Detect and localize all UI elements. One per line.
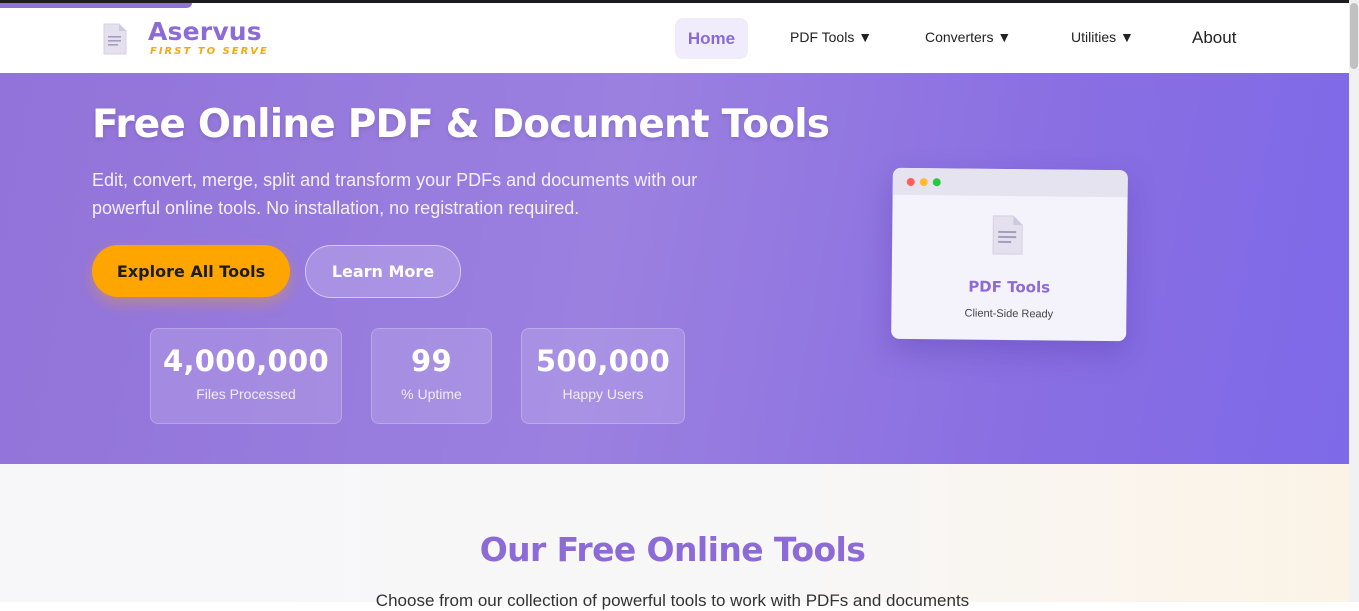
scrollbar-thumb[interactable] [1350, 3, 1358, 69]
tools-section: Our Free Online Tools Choose from our co… [0, 464, 1349, 610]
stat-label: % Uptime [401, 386, 462, 402]
mockup-title: PDF Tools [968, 277, 1051, 297]
nav-pdf-tools[interactable]: PDF Tools ▼ [790, 29, 872, 45]
scrollbar[interactable] [1349, 0, 1359, 602]
hero-title: Free Online PDF & Document Tools [92, 102, 830, 147]
stat-label: Happy Users [562, 386, 644, 402]
stat-files-processed: 4,000,000 Files Processed [150, 328, 342, 424]
learn-more-button[interactable]: Learn More [305, 245, 461, 298]
stat-happy-users: 500,000 Happy Users [521, 328, 685, 424]
mockup-subtitle: Client-Side Ready [964, 307, 1054, 321]
top-accent-bar [0, 3, 192, 8]
mockup-title-bar [892, 167, 1128, 198]
maximize-dot-icon [932, 178, 941, 187]
minimize-dot-icon [919, 178, 928, 187]
hero-description: Edit, convert, merge, split and transfor… [92, 170, 698, 218]
nav-converters[interactable]: Converters ▼ [925, 29, 1011, 45]
stat-value: 99 [411, 344, 452, 378]
stat-label: Files Processed [196, 386, 296, 402]
document-icon [992, 215, 1023, 255]
stat-value: 4,000,000 [163, 344, 329, 378]
navbar: Aservus FIRST TO SERVE Home PDF Tools ▼ … [0, 3, 1349, 73]
close-dot-icon [906, 177, 915, 187]
nav-about[interactable]: About [1192, 28, 1236, 48]
stat-value: 500,000 [535, 344, 671, 378]
app-window-mockup: PDF Tools Client-Side Ready [891, 167, 1128, 342]
tools-section-title: Our Free Online Tools [479, 530, 866, 569]
nav-home[interactable]: Home [675, 18, 748, 59]
stat-uptime: 99 % Uptime [371, 328, 492, 424]
brand-tagline: FIRST TO SERVE [150, 46, 269, 57]
explore-all-tools-button[interactable]: Explore All Tools [92, 245, 290, 297]
brand-name[interactable]: Aservus [148, 17, 262, 46]
tools-section-subtitle: Choose from our collection of powerful t… [375, 591, 970, 610]
nav-utilities[interactable]: Utilities ▼ [1071, 29, 1134, 45]
document-icon [103, 23, 127, 55]
hero-section: Free Online PDF & Document Tools Edit, c… [0, 73, 1349, 464]
